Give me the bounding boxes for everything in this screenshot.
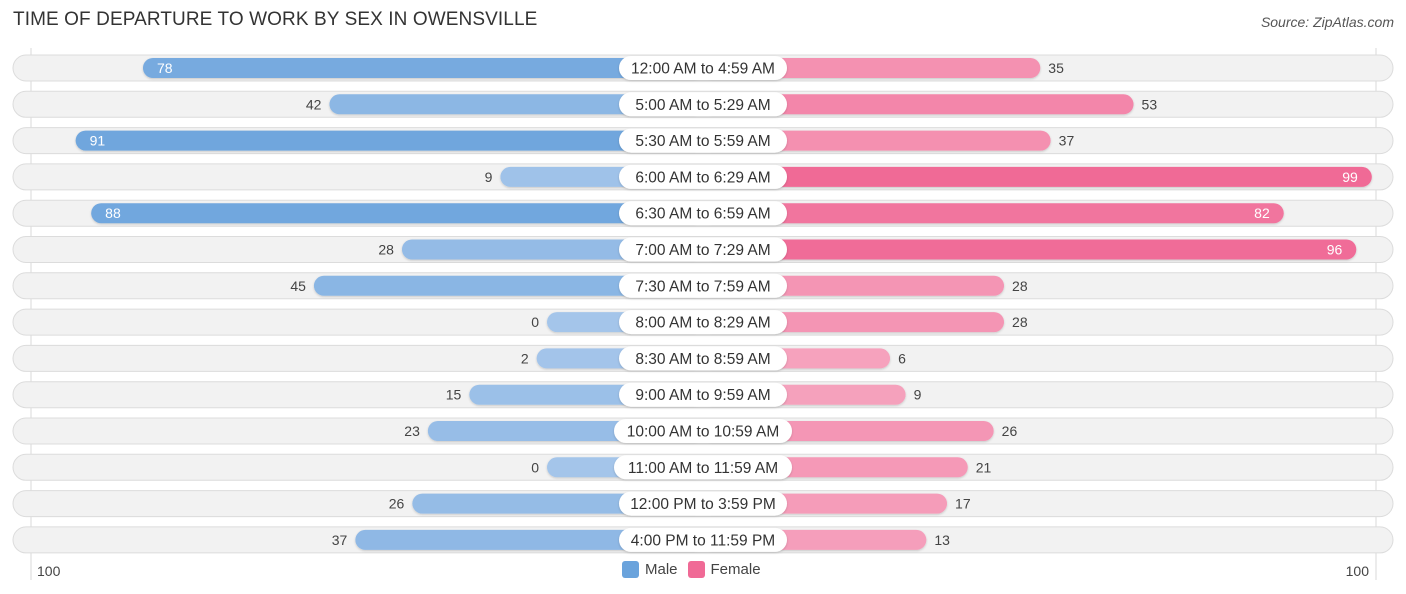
bar-female[interactable]	[703, 203, 1284, 224]
category-label: 5:30 AM to 5:59 AM	[635, 133, 770, 150]
legend-item-female[interactable]: Female	[687, 561, 761, 578]
bar-female[interactable]	[703, 166, 1372, 187]
category-label: 8:00 AM to 8:29 AM	[635, 315, 770, 332]
bar-row: 2 6 8:30 AM to 8:59 AM	[12, 344, 1394, 372]
value-label-female: 99	[1342, 169, 1358, 185]
bar-row: 23 26 10:00 AM to 10:59 AM	[12, 417, 1394, 445]
bar-row: 0 21 11:00 AM to 11:59 AM	[12, 453, 1394, 481]
value-label-female: 21	[976, 459, 992, 475]
value-label-male: 45	[290, 278, 306, 294]
value-label-female: 17	[955, 496, 971, 512]
bar-male[interactable]	[75, 130, 704, 151]
value-label-male: 78	[157, 60, 173, 76]
category-label: 5:00 AM to 5:29 AM	[635, 97, 770, 114]
bar-male[interactable]	[91, 203, 703, 224]
bar-row: 15 9 9:00 AM to 9:59 AM	[12, 381, 1394, 409]
value-label-female: 6	[898, 350, 906, 366]
value-label-female: 26	[1002, 423, 1018, 439]
value-label-male: 88	[105, 205, 121, 221]
legend-swatch-male	[622, 561, 639, 578]
category-label: 9:00 AM to 9:59 AM	[635, 387, 770, 404]
value-label-female: 28	[1012, 314, 1028, 330]
value-label-female: 9	[914, 387, 922, 403]
value-label-male: 15	[446, 387, 462, 403]
value-label-male: 42	[306, 96, 322, 112]
category-label: 11:00 AM to 11:59 AM	[628, 460, 778, 477]
category-label: 12:00 PM to 3:59 PM	[630, 496, 776, 513]
legend-label-female: Female	[710, 561, 761, 578]
legend-label-male: Male	[645, 561, 678, 578]
bar-female[interactable]	[703, 239, 1357, 260]
category-label: 6:00 AM to 6:29 AM	[635, 169, 770, 186]
value-label-male: 23	[404, 423, 420, 439]
bar-row: 37 13 4:00 PM to 11:59 PM	[12, 526, 1394, 554]
bar-row: 78 35 12:00 AM to 4:59 AM	[12, 54, 1394, 82]
value-label-female: 37	[1059, 133, 1075, 149]
category-label: 8:30 AM to 8:59 AM	[635, 351, 770, 368]
category-label: 7:00 AM to 7:29 AM	[635, 242, 770, 259]
axis-left-max-label: 100	[37, 563, 61, 579]
value-label-male: 0	[531, 314, 539, 330]
bar-row: 45 28 7:30 AM to 7:59 AM	[12, 272, 1394, 300]
bar-row: 88 82 6:30 AM to 6:59 AM	[12, 199, 1394, 227]
bar-male[interactable]	[142, 58, 703, 78]
value-label-male: 26	[389, 496, 405, 512]
value-label-female: 13	[934, 532, 950, 548]
value-label-male: 0	[531, 459, 539, 475]
legend-swatch-female	[687, 561, 705, 578]
bar-row: 42 53 5:00 AM to 5:29 AM	[12, 90, 1394, 118]
value-label-male: 37	[332, 532, 348, 548]
bar-row: 91 37 5:30 AM to 5:59 AM	[12, 127, 1394, 155]
bar-row: 9 996:00 AM to 6:29 AM	[12, 163, 1394, 191]
value-label-female: 82	[1254, 205, 1270, 221]
bar-row: 0 28 8:00 AM to 8:29 AM	[12, 308, 1394, 336]
value-label-male: 28	[378, 242, 394, 258]
category-label: 12:00 AM to 4:59 AM	[631, 61, 775, 78]
bar-row: 28 96 7:00 AM to 7:29 AM	[12, 236, 1394, 263]
category-label: 7:30 AM to 7:59 AM	[635, 278, 770, 295]
value-label-male: 2	[521, 350, 529, 366]
bar-row: 26 17 12:00 PM to 3:59 PM	[12, 490, 1394, 518]
value-label-male: 9	[485, 169, 493, 185]
axis-right-max-label: 100	[1345, 563, 1369, 579]
legend-item-male[interactable]: Male	[622, 561, 678, 578]
chart-area: 78 35 12:00 AM to 4:59 AM 42 53 5:00 AM to 5:…	[12, 48, 1394, 580]
value-label-female: 96	[1327, 242, 1343, 258]
value-label-female: 53	[1142, 96, 1158, 112]
category-label: 10:00 AM to 10:59 AM	[627, 424, 780, 441]
legend: Male Female	[622, 561, 771, 578]
category-label: 4:00 PM to 11:59 PM	[631, 532, 775, 549]
value-label-male: 91	[90, 133, 106, 149]
value-label-female: 28	[1012, 278, 1028, 294]
value-label-female: 35	[1048, 60, 1064, 76]
category-label: 6:30 AM to 6:59 AM	[635, 206, 770, 223]
